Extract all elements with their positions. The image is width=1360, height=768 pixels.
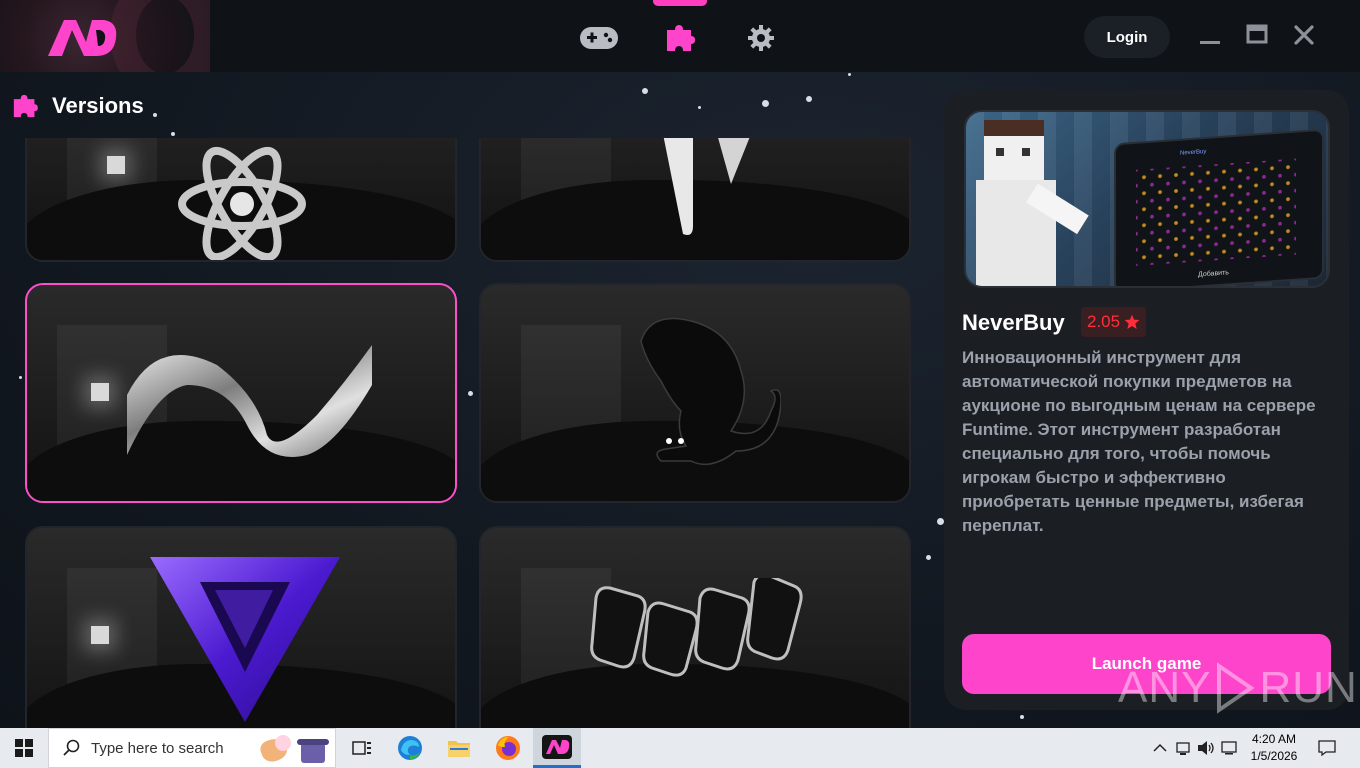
version-card-wave[interactable] [25,283,457,503]
search-icon [63,739,80,756]
file-explorer-icon[interactable] [435,728,483,768]
puzzle-icon[interactable] [658,20,702,56]
app-logo [48,20,117,56]
wave-logo [127,345,372,457]
login-button[interactable]: Login [1084,16,1170,58]
page-title: Versions [52,93,144,118]
version-card-atom[interactable] [25,138,457,262]
maximize-icon[interactable] [1244,22,1270,48]
minimize-icon[interactable] [1197,22,1223,48]
version-card-white-v[interactable] [479,138,911,262]
taskbar-search[interactable]: Type here to search [48,728,336,768]
chevron-up-icon[interactable] [1151,740,1169,756]
cat-logo [640,317,781,466]
tiles-logo [590,578,803,677]
volume-icon[interactable] [1197,740,1215,756]
taskbar: Type here to search 4:20 AM 1/5/2026 [0,728,1360,768]
title-bar: Login [0,0,1360,72]
network-icon[interactable] [1174,740,1192,756]
preview-header: NeverBuy [1180,148,1207,157]
details-panel: NeverBuy Добавить NeverBuy 2.05 Инноваци… [944,90,1349,710]
particle [937,518,944,525]
rating-badge: 2.05 [1081,307,1147,337]
system-clock[interactable]: 4:20 AM 1/5/2026 [1238,731,1310,765]
logo-backdrop [110,0,210,72]
purple-v-logo [150,557,340,722]
particle [762,100,769,107]
particle [153,113,157,117]
preview-item-grid [1136,158,1296,266]
task-view-icon[interactable] [338,728,386,768]
preview-character-eye [1022,148,1030,156]
product-name: NeverBuy [962,310,1065,335]
card-lamp [91,626,109,644]
logo-area [0,0,210,72]
particle [698,106,701,109]
search-highlight-art [258,731,329,767]
clock-date: 1/5/2026 [1250,749,1298,763]
edge-icon[interactable] [386,728,434,768]
anyrun-watermark: ANY RUN [1118,662,1358,714]
rating-value: 2.05 [1087,312,1121,331]
display-icon[interactable] [1220,740,1238,756]
card-lamp [107,156,125,174]
version-card-purple-v[interactable] [25,526,457,728]
preview-image: NeverBuy Добавить [964,110,1330,288]
windows-start-icon[interactable] [0,728,48,768]
white-v-logo [663,138,750,235]
particle [642,88,648,94]
atom-logo [178,146,306,260]
product-description: Инновационный инструмент для автоматичес… [962,348,1316,535]
search-placeholder: Type here to search [91,739,224,757]
firefox-icon[interactable] [484,728,532,768]
watermark-left: ANY [1118,663,1212,712]
versions-grid [0,138,930,728]
version-card-cat[interactable] [479,283,911,503]
preview-monitor: NeverBuy Добавить [1114,128,1324,286]
clock-time: 4:20 AM [1251,732,1297,746]
preview-caption: Добавить [1198,269,1229,279]
play-icon [1217,662,1256,714]
preview-character-eye [996,148,1004,156]
watermark-right: RUN [1259,663,1358,712]
neverbuy-app-icon[interactable] [533,728,581,768]
version-card-tiles[interactable] [479,526,911,728]
notification-icon[interactable] [1318,740,1336,756]
close-icon[interactable] [1291,22,1317,48]
particle [806,96,812,102]
preview-character-head [984,120,1044,180]
section-header: Versions [12,92,144,120]
particle [848,73,851,76]
gear-icon[interactable] [739,20,783,56]
particle [1020,715,1024,719]
card-lamp [91,383,109,401]
particle [171,132,175,136]
launcher-window: Login Versions NeverBuy Добавить NeverBu… [0,0,1360,728]
active-tab-indicator [653,0,707,6]
puzzle-icon [13,94,38,118]
gamepad-icon[interactable] [577,20,621,56]
star-icon [1124,314,1140,329]
